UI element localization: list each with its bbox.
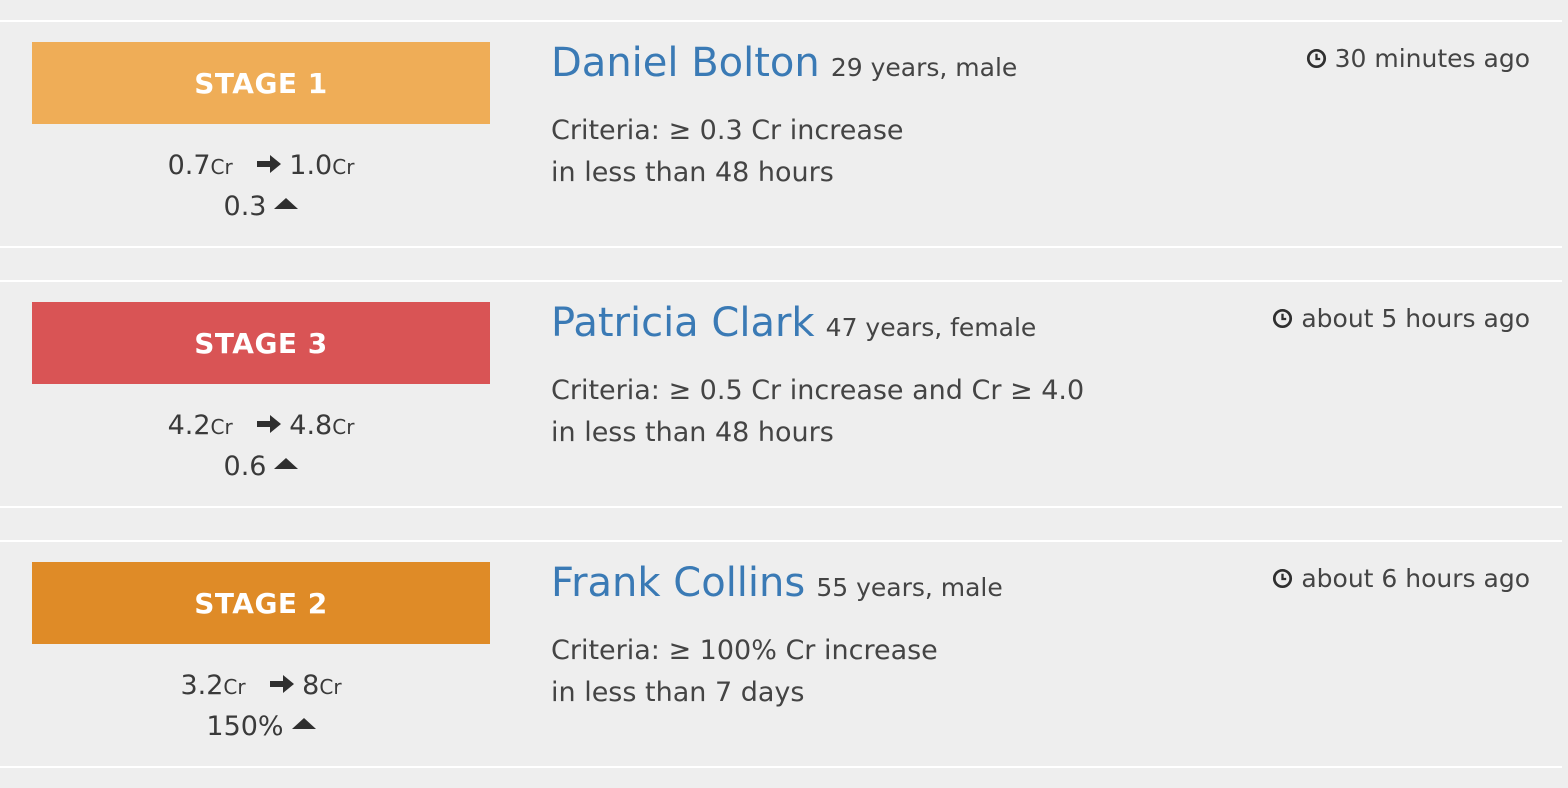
patient-demographics: 47 years, female: [825, 313, 1037, 342]
patient-demographics: 29 years, male: [830, 53, 1018, 82]
arrow-right-icon: [257, 155, 282, 173]
patient-name-link[interactable]: Daniel Bolton: [551, 40, 820, 86]
creatinine-change: 0.7Cr 1.0Cr 0.3: [32, 146, 490, 227]
timestamp: about 5 hours ago: [1272, 304, 1530, 333]
delta-value: 0.3: [223, 191, 267, 222]
patient-demographics: 55 years, male: [816, 573, 1003, 602]
clock-icon: [1306, 48, 1326, 69]
timestamp-text: 30 minutes ago: [1334, 44, 1530, 73]
criteria: Criteria: ≥ 0.3 Cr increase in less than…: [551, 110, 904, 194]
alert-item[interactable]: STAGE 2 3.2Cr 8Cr 150% Frank Collins 55 …: [0, 540, 1562, 768]
criteria-window: in less than 48 hours: [551, 157, 834, 188]
cr-unit: Cr: [210, 155, 233, 179]
clock-icon: [1273, 568, 1293, 589]
criteria-window: in less than 48 hours: [551, 417, 834, 448]
timestamp-text: about 6 hours ago: [1301, 564, 1530, 593]
creatinine-values: 3.2Cr 8Cr: [32, 666, 490, 707]
patient-header: Frank Collins 55 years, male: [551, 560, 1003, 606]
arrow-right-icon: [270, 675, 295, 693]
arrow-right-icon: [257, 415, 282, 433]
clock-icon: [1273, 308, 1293, 329]
criteria-line: Criteria: ≥ 0.3 Cr increase: [551, 115, 904, 146]
creatinine-delta: 0.3: [32, 187, 490, 227]
creatinine-change: 4.2Cr 4.8Cr 0.6: [32, 406, 490, 487]
criteria: Criteria: ≥ 100% Cr increase in less tha…: [551, 630, 938, 714]
patient-header: Patricia Clark 47 years, female: [551, 300, 1036, 346]
caret-up-icon: [274, 458, 299, 469]
cr-unit: Cr: [332, 155, 355, 179]
cr-unit: Cr: [319, 675, 342, 699]
caret-up-icon: [274, 198, 299, 209]
cr-from-value: 0.7: [167, 150, 211, 181]
cr-to-value: 1.0: [289, 150, 333, 181]
alert-item[interactable]: STAGE 3 4.2Cr 4.8Cr 0.6 Patricia Clark 4…: [0, 280, 1562, 508]
timestamp: 30 minutes ago: [1306, 44, 1530, 73]
creatinine-values: 4.2Cr 4.8Cr: [32, 406, 490, 447]
cr-unit: Cr: [332, 415, 355, 439]
stage-badge: STAGE 1: [32, 42, 490, 124]
cr-to-value: 4.8: [289, 410, 333, 441]
stage-badge: STAGE 3: [32, 302, 490, 384]
cr-from-value: 3.2: [180, 670, 224, 701]
cr-from-value: 4.2: [167, 410, 211, 441]
timestamp-text: about 5 hours ago: [1301, 304, 1530, 333]
patient-name-link[interactable]: Frank Collins: [551, 560, 805, 606]
creatinine-change: 3.2Cr 8Cr 150%: [32, 666, 490, 747]
creatinine-delta: 0.6: [32, 447, 490, 487]
cr-to-value: 8: [302, 670, 320, 701]
criteria-line: Criteria: ≥ 100% Cr increase: [551, 635, 938, 666]
cr-unit: Cr: [210, 415, 233, 439]
creatinine-delta: 150%: [32, 707, 490, 747]
alert-item[interactable]: STAGE 1 0.7Cr 1.0Cr 0.3 Daniel Bolton 29…: [0, 20, 1562, 248]
alert-list: STAGE 1 0.7Cr 1.0Cr 0.3 Daniel Bolton 29…: [0, 0, 1568, 788]
patient-header: Daniel Bolton 29 years, male: [551, 40, 1017, 86]
timestamp: about 6 hours ago: [1272, 564, 1530, 593]
creatinine-values: 0.7Cr 1.0Cr: [32, 146, 490, 187]
criteria-window: in less than 7 days: [551, 677, 805, 708]
patient-name-link[interactable]: Patricia Clark: [551, 300, 815, 346]
criteria-line: Criteria: ≥ 0.5 Cr increase and Cr ≥ 4.0: [551, 375, 1085, 406]
delta-value: 150%: [206, 711, 284, 742]
caret-up-icon: [291, 718, 316, 729]
stage-badge: STAGE 2: [32, 562, 490, 644]
delta-value: 0.6: [223, 451, 267, 482]
criteria: Criteria: ≥ 0.5 Cr increase and Cr ≥ 4.0…: [551, 370, 1084, 454]
cr-unit: Cr: [223, 675, 246, 699]
